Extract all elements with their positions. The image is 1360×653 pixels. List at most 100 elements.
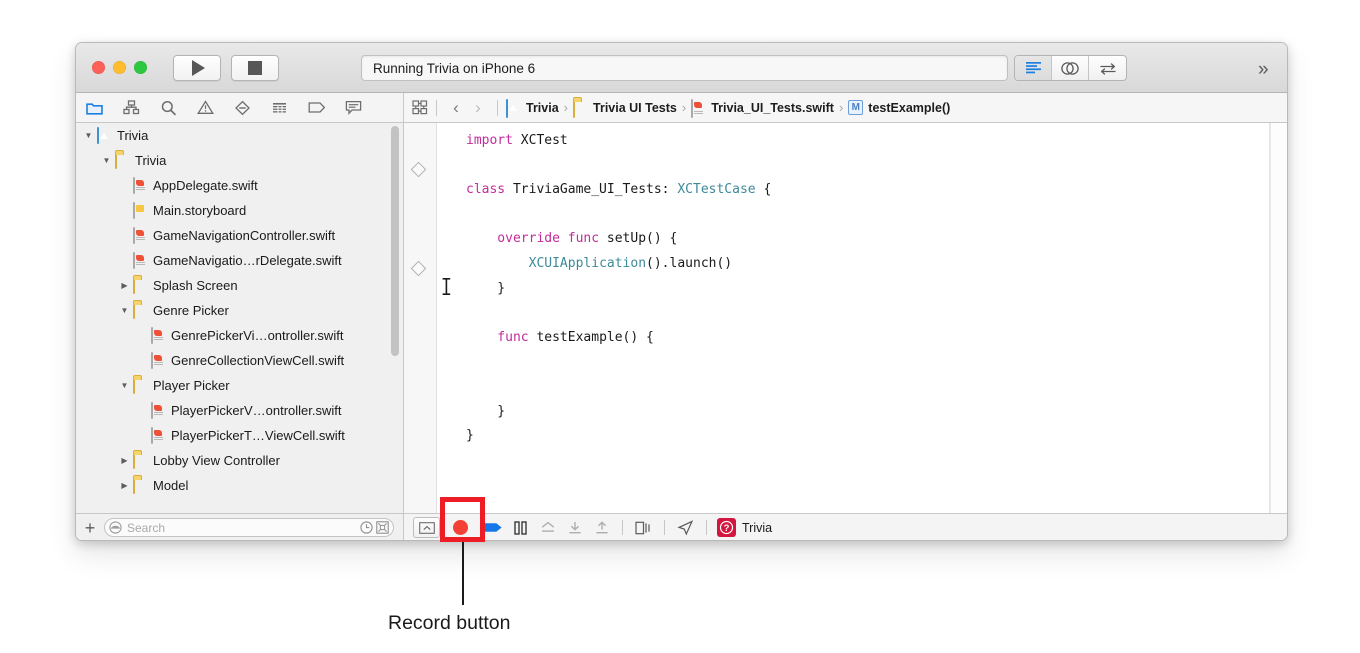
sidebar-item-project-navigator[interactable] [76, 101, 113, 115]
i-beam-cursor [442, 278, 451, 295]
list-item[interactable]: GenrePickerVi…ontroller.swift [76, 323, 403, 348]
activity-status-text: Running Trivia on iPhone 6 [373, 60, 536, 76]
standard-editor-button[interactable] [1015, 56, 1052, 80]
debug-navigator-icon [273, 102, 286, 112]
step-into-button[interactable] [561, 517, 588, 538]
go-forward-button[interactable]: › [467, 98, 489, 118]
test-diamond-marker[interactable] [410, 161, 427, 178]
assistant-editor-button[interactable] [1052, 56, 1089, 80]
stop-button[interactable] [231, 54, 279, 81]
continue-arrow-icon [484, 523, 502, 532]
version-editor-button[interactable] [1089, 56, 1126, 80]
disclosure-closed-icon[interactable]: ▶ [118, 281, 131, 290]
sidebar-item-report-navigator[interactable] [335, 100, 372, 115]
list-item[interactable]: GenreCollectionViewCell.swift [76, 348, 403, 373]
maximize-window-button[interactable] [134, 61, 147, 74]
navigator-and-jump-bar-row: ‹ › Trivia › Trivia UI Tests › Trivia_UI… [76, 93, 1287, 123]
list-item[interactable]: AppDelegate.swift [76, 173, 403, 198]
breadcrumb-separator: › [563, 100, 569, 115]
list-item[interactable]: ▼ Genre Picker [76, 298, 403, 323]
activity-status-field[interactable]: Running Trivia on iPhone 6 [361, 55, 1008, 81]
list-item[interactable]: GameNavigationController.swift [76, 223, 403, 248]
disclosure-open-icon[interactable]: ▼ [118, 306, 131, 315]
breadcrumb-separator: › [681, 100, 687, 115]
related-items-button[interactable] [412, 100, 428, 115]
go-back-button[interactable]: ‹ [445, 98, 467, 118]
source-editor[interactable]: import XCTest class TriviaGame_UI_Tests:… [404, 123, 1287, 513]
breadcrumb-item-file[interactable]: Trivia_UI_Tests.swift [691, 98, 834, 118]
list-item[interactable]: Main.storyboard [76, 198, 403, 223]
step-over-button[interactable] [534, 517, 561, 538]
simulate-location-button[interactable] [672, 517, 699, 538]
folder-icon [133, 376, 148, 394]
swift-file-icon [133, 176, 148, 194]
editor-scrollbar-track[interactable] [1270, 123, 1287, 513]
test-diamond-marker[interactable] [410, 260, 427, 277]
code-text[interactable]: import XCTest class TriviaGame_UI_Tests:… [437, 123, 1287, 513]
folder-icon [573, 98, 588, 118]
list-item[interactable]: PlayerPickerV…ontroller.swift [76, 398, 403, 423]
disclosure-closed-icon[interactable]: ▶ [118, 481, 131, 490]
hide-debug-area-button[interactable] [413, 517, 440, 538]
debug-process-name: Trivia [742, 520, 773, 535]
add-file-button[interactable]: + [76, 519, 104, 537]
list-item-label: Trivia [117, 128, 149, 143]
code-line: XCUIApplication().launch() [528, 255, 733, 271]
list-item[interactable]: ▶ Lobby View Controller [76, 448, 403, 473]
list-item-label: Genre Picker [153, 303, 229, 318]
sidebar-item-breakpoint-navigator[interactable] [298, 101, 335, 114]
location-arrow-icon [677, 519, 694, 536]
clock-recents-icon [360, 521, 373, 534]
minimize-window-button[interactable] [113, 61, 126, 74]
sidebar-item-debug-navigator[interactable] [261, 101, 298, 115]
list-item-label: GenrePickerVi…ontroller.swift [171, 328, 344, 343]
step-over-icon [541, 521, 554, 532]
sidebar-item-symbol-navigator[interactable] [113, 100, 150, 115]
folder-icon [115, 151, 130, 169]
pause-button[interactable] [507, 517, 534, 538]
breadcrumb-label: Trivia_UI_Tests.swift [711, 100, 834, 115]
list-item-label: PlayerPickerV…ontroller.swift [171, 403, 342, 418]
sidebar-item-test-navigator[interactable] [224, 100, 261, 116]
find-navigator-icon [161, 100, 176, 115]
view-debugging-button[interactable] [630, 517, 657, 538]
swift-file-icon [151, 401, 166, 419]
debug-bar: ? Trivia [404, 514, 1287, 540]
disclosure-open-icon[interactable]: ▼ [118, 381, 131, 390]
breadcrumb-item-method[interactable]: M testExample() [848, 100, 950, 115]
close-window-button[interactable] [92, 61, 105, 74]
disclosure-closed-icon[interactable]: ▶ [118, 456, 131, 465]
sidebar-item-issue-navigator[interactable] [187, 100, 224, 115]
list-item[interactable]: ▶ Model [76, 473, 403, 498]
window-controls [92, 61, 147, 74]
search-input[interactable]: Search [104, 518, 394, 537]
list-item[interactable]: ▶ Splash Screen [76, 273, 403, 298]
disclosure-open-icon[interactable]: ▼ [100, 156, 113, 165]
toolbar-overflow-button[interactable]: » [1258, 59, 1268, 81]
step-out-button[interactable] [588, 517, 615, 538]
list-item[interactable]: ▼ Trivia [76, 148, 403, 173]
bottom-bars: + Search ? Trivia [76, 513, 1287, 540]
navigator-scrollbar-thumb[interactable] [391, 126, 399, 356]
symbol-navigator-icon [123, 100, 140, 115]
list-item[interactable]: PlayerPickerT…ViewCell.swift [76, 423, 403, 448]
swift-file-icon [151, 351, 166, 369]
breadcrumb-item-project[interactable]: Trivia [506, 98, 559, 118]
breadcrumb-label: Trivia UI Tests [593, 100, 677, 115]
list-item[interactable]: ▼ Player Picker [76, 373, 403, 398]
list-item[interactable]: ▼ Trivia [76, 123, 403, 148]
list-item-label: Main.storyboard [153, 203, 247, 218]
standard-editor-icon [1025, 62, 1041, 74]
debug-process-chip[interactable]: ? Trivia [717, 518, 772, 537]
breadcrumb-item-group[interactable]: Trivia UI Tests [573, 98, 677, 118]
annotation-label: Record button [388, 612, 511, 634]
navigator-selector-bar [76, 93, 404, 122]
stop-icon [248, 60, 262, 75]
sidebar-item-find-navigator[interactable] [150, 100, 187, 116]
breadcrumb-label: testExample() [868, 100, 951, 115]
disclosure-open-icon[interactable]: ▼ [82, 131, 95, 140]
list-item[interactable]: GameNavigatio…rDelegate.swift [76, 248, 403, 273]
run-button[interactable] [173, 54, 221, 81]
